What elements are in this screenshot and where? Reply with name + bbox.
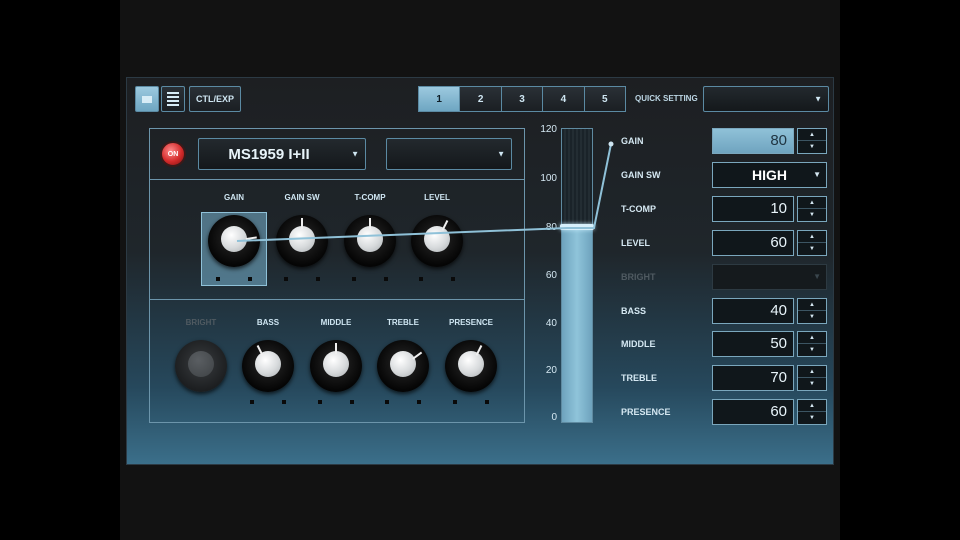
param-label-bass: BASS	[621, 306, 647, 316]
param-gain-sw-value: HIGH	[752, 167, 787, 183]
param-label-level: LEVEL	[621, 238, 651, 248]
param-label-middle: MIDDLE	[621, 339, 656, 349]
param-label-treble: TREBLE	[621, 373, 657, 383]
param-label-gain: GAIN	[621, 136, 644, 146]
param-bright-dropdown: ▼	[712, 264, 827, 290]
stepper-up-icon[interactable]: ▲	[798, 129, 826, 141]
param-middle-field[interactable]: 50	[712, 331, 794, 357]
param-bass-stepper[interactable]: ▲ ▼	[797, 298, 827, 324]
param-presence-field[interactable]: 60	[712, 399, 794, 425]
param-gain-field[interactable]: 80	[712, 128, 794, 154]
param-gain-stepper[interactable]: ▲ ▼	[797, 128, 827, 154]
letterbox-right	[840, 0, 960, 540]
amp-editor-window: CTL/EXP 1 2 3 4 5 QUICK SETTING ▼ ON MS1…	[126, 77, 834, 465]
param-label-bright: BRIGHT	[621, 272, 656, 282]
stepper-down-icon[interactable]: ▼	[798, 344, 826, 356]
stepper-down-icon[interactable]: ▼	[798, 378, 826, 390]
stepper-up-icon[interactable]: ▲	[798, 332, 826, 344]
stepper-up-icon[interactable]: ▲	[798, 400, 826, 412]
param-gain-sw-dropdown[interactable]: HIGH ▼	[712, 162, 827, 188]
param-t-comp-field[interactable]: 10	[712, 196, 794, 222]
stepper-down-icon[interactable]: ▼	[798, 243, 826, 255]
stepper-up-icon[interactable]: ▲	[798, 197, 826, 209]
param-label-presence: PRESENCE	[621, 407, 671, 417]
stepper-up-icon[interactable]: ▲	[798, 366, 826, 378]
stepper-up-icon[interactable]: ▲	[798, 299, 826, 311]
param-treble-stepper[interactable]: ▲ ▼	[797, 365, 827, 391]
stepper-down-icon[interactable]: ▼	[798, 311, 826, 323]
stepper-down-icon[interactable]: ▼	[798, 141, 826, 153]
stepper-down-icon[interactable]: ▼	[798, 412, 826, 424]
param-label-t-comp: T-COMP	[621, 204, 656, 214]
chevron-down-icon: ▼	[813, 170, 821, 179]
stepper-up-icon[interactable]: ▲	[798, 231, 826, 243]
param-presence-stepper[interactable]: ▲ ▼	[797, 399, 827, 425]
stepper-down-icon[interactable]: ▼	[798, 209, 826, 221]
param-t-comp-stepper[interactable]: ▲ ▼	[797, 196, 827, 222]
param-label-gain-sw: GAIN SW	[621, 170, 661, 180]
param-middle-stepper[interactable]: ▲ ▼	[797, 331, 827, 357]
param-treble-field[interactable]: 70	[712, 365, 794, 391]
letterbox-left	[0, 0, 120, 540]
param-level-stepper[interactable]: ▲ ▼	[797, 230, 827, 256]
chevron-down-icon: ▼	[813, 272, 821, 281]
param-bass-field[interactable]: 40	[712, 298, 794, 324]
param-level-field[interactable]: 60	[712, 230, 794, 256]
